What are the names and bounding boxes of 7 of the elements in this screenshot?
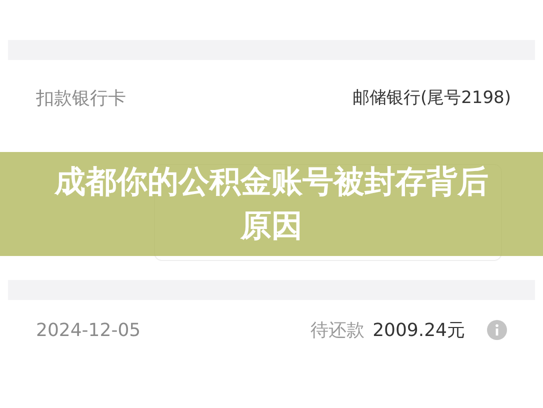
- info-icon[interactable]: [487, 320, 507, 340]
- due-date: 2024-12-05: [36, 320, 141, 340]
- banner-title: 成都你的公积金账号被封存背后原因: [53, 163, 490, 246]
- bank-card-value: 邮储银行(尾号2198): [352, 87, 511, 109]
- payment-amount: 2009.24元: [372, 319, 465, 342]
- bank-card-label: 扣款银行卡: [36, 86, 126, 110]
- payment-status: 待还款: [310, 319, 365, 342]
